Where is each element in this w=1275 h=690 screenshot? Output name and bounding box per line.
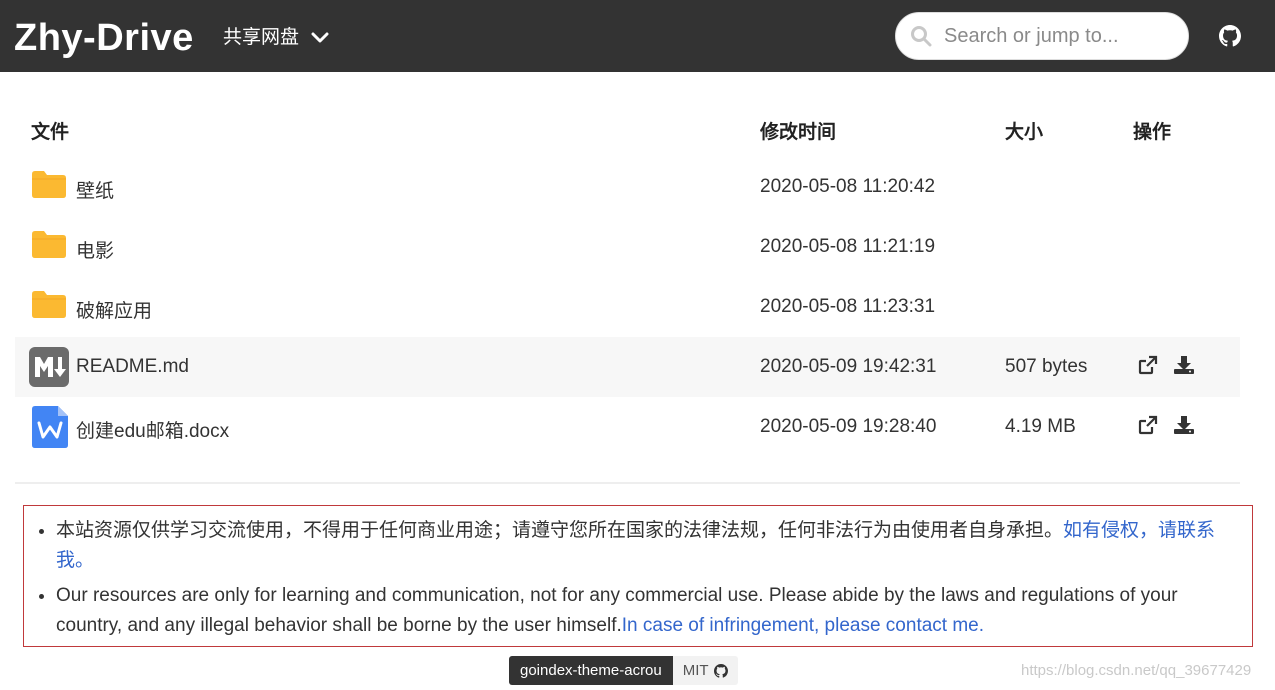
folder-icon [32,171,66,198]
file-modified: 2020-05-09 19:42:31 [760,356,937,377]
divider [15,482,1240,484]
table-row[interactable]: 电影 2020-05-08 11:21:19 [15,217,1240,277]
search-input[interactable] [942,23,1166,49]
contact-link-en[interactable]: In case of infringement, please contact … [622,615,984,636]
markdown-icon [29,347,69,387]
column-actions: 操作 [1133,122,1172,143]
github-icon [713,663,728,678]
chevron-down-icon [311,32,329,43]
file-modified: 2020-05-08 11:20:42 [760,176,936,197]
folder-icon [32,291,66,318]
notice-zh: 本站资源仅供学习交流使用，不得用于任何商业用途；请遵守您所在国家的法律法规，任何… [56,516,1236,576]
footer-badges: goindex-theme-acrou MIT [509,656,738,685]
theme-badge[interactable]: goindex-theme-acrou [509,656,673,685]
column-modified: 修改时间 [760,122,837,143]
drive-selector[interactable]: 共享网盘 [223,24,329,52]
drive-selector-label: 共享网盘 [223,27,300,48]
top-navbar: Zhy-Drive 共享网盘 [0,0,1275,72]
download-icon[interactable] [1173,355,1195,375]
table-row[interactable]: 破解应用 2020-05-08 11:23:31 [15,277,1240,337]
file-name[interactable]: 电影 [76,236,114,263]
file-modified: 2020-05-08 11:21:19 [760,236,936,257]
file-modified: 2020-05-08 11:23:31 [760,296,936,317]
file-modified: 2020-05-09 19:28:40 [760,416,937,437]
column-size: 大小 [1005,122,1044,143]
watermark-text: https://blog.csdn.net/qq_39677429 [1021,662,1252,679]
notice-en-text: Our resources are only for learning and … [56,585,1178,636]
search-icon [911,26,932,47]
file-name[interactable]: 壁纸 [76,176,114,203]
license-badge[interactable]: MIT [672,656,738,685]
brand-logo[interactable]: Zhy-Drive [14,16,194,60]
row-actions [1137,415,1195,435]
file-table: 文件 修改时间 大小 操作 壁纸 2020-05-08 11:20:42 电影 … [15,100,1240,457]
word-doc-icon [32,406,68,448]
table-row[interactable]: 创建edu邮箱.docx 2020-05-09 19:28:40 4.19 MB [15,397,1240,457]
file-size: 507 bytes [1005,356,1088,377]
column-file: 文件 [31,122,70,143]
download-icon[interactable] [1173,415,1195,435]
file-name[interactable]: 创建edu邮箱.docx [76,416,229,443]
search-box[interactable] [895,12,1189,60]
table-row[interactable]: 壁纸 2020-05-08 11:20:42 [15,157,1240,217]
file-size: 4.19 MB [1005,416,1076,437]
file-name[interactable]: README.md [76,356,189,378]
external-link-icon[interactable] [1137,415,1159,435]
external-link-icon[interactable] [1137,355,1159,375]
table-header: 文件 修改时间 大小 操作 [15,100,1240,157]
github-icon[interactable] [1219,25,1241,47]
notice-zh-text: 本站资源仅供学习交流使用，不得用于任何商业用途；请遵守您所在国家的法律法规，任何… [56,520,1064,541]
table-row[interactable]: README.md 2020-05-09 19:42:31 507 bytes [15,337,1240,397]
license-label: MIT [682,662,709,679]
file-name[interactable]: 破解应用 [76,296,152,323]
disclaimer-notice: 本站资源仅供学习交流使用，不得用于任何商业用途；请遵守您所在国家的法律法规，任何… [23,505,1253,647]
folder-icon [32,231,66,258]
row-actions [1137,355,1195,375]
notice-en: Our resources are only for learning and … [56,581,1236,641]
